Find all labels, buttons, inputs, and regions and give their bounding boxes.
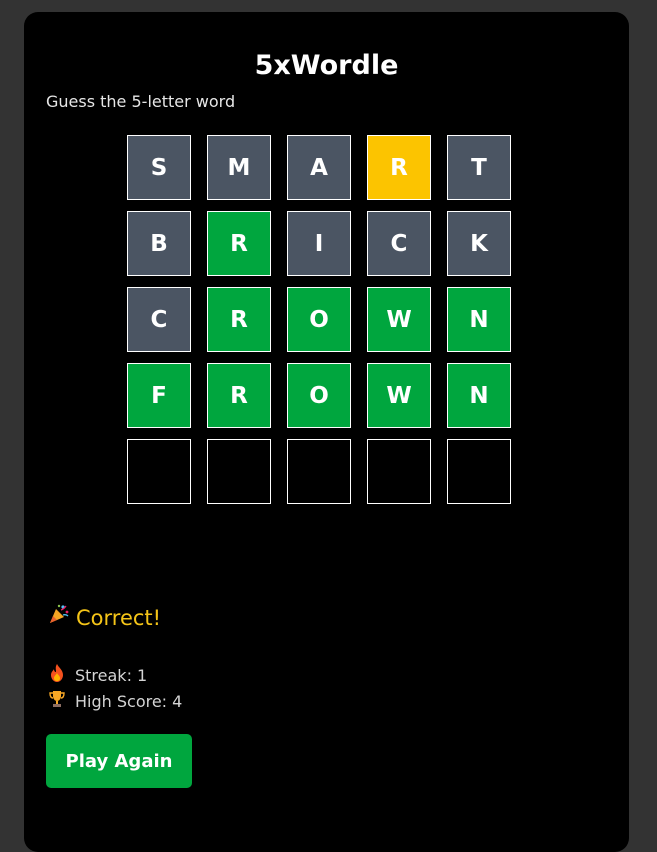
empty-tile [367,439,431,504]
guess-row: F R O W N [127,363,511,428]
letter-tile: O [287,363,351,428]
play-again-button[interactable]: Play Again [46,734,192,788]
letter-tile: M [207,135,271,200]
empty-tile [447,439,511,504]
fire-icon [48,663,66,688]
letter-tile: T [447,135,511,200]
party-popper-icon [48,603,69,632]
guess-row [127,439,511,504]
letter-tile: K [447,211,511,276]
letter-tile: B [127,211,191,276]
result-message: Correct! [48,603,161,632]
letter-tile: W [367,287,431,352]
letter-tile: I [287,211,351,276]
high-score-text: High Score: 4 [75,691,183,711]
result-text: Correct! [76,605,162,630]
letter-tile: R [207,363,271,428]
letter-tile: R [207,287,271,352]
guess-row: B R I C K [127,211,511,276]
letter-tile: A [287,135,351,200]
letter-tile: W [367,363,431,428]
empty-tile [287,439,351,504]
high-score-stat: High Score: 4 [48,690,182,713]
trophy-icon [48,690,66,713]
guess-row: S M A R T [127,135,511,200]
game-subtitle: Guess the 5-letter word [46,92,236,111]
letter-tile: C [127,287,191,352]
letter-tile: N [447,363,511,428]
streak-text: Streak: 1 [75,665,148,685]
game-card: 5xWordle Guess the 5-letter word S M A R… [24,12,629,852]
letter-tile: R [207,211,271,276]
letter-tile: R [367,135,431,200]
empty-tile [207,439,271,504]
letter-tile: O [287,287,351,352]
letter-tile: N [447,287,511,352]
letter-tile: S [127,135,191,200]
game-title: 5xWordle [254,50,399,81]
letter-tile: F [127,363,191,428]
letter-tile: C [367,211,431,276]
guess-row: C R O W N [127,287,511,352]
guess-board: S M A R T B R I C K C R O W N F R O W N [127,135,511,515]
empty-tile [127,439,191,504]
streak-stat: Streak: 1 [48,663,147,688]
